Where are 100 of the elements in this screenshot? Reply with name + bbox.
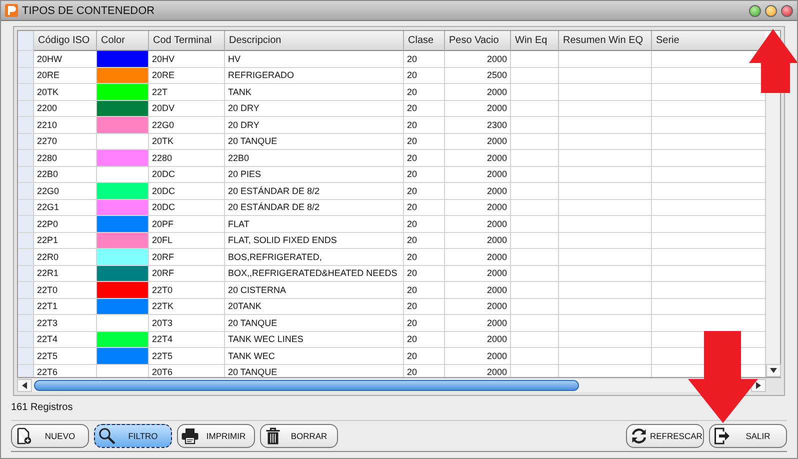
scroll-left-icon[interactable]: [22, 382, 27, 389]
refresh-button[interactable]: REFRESCAR: [626, 424, 704, 448]
table-cell: 20FL: [149, 232, 225, 249]
row-header-cell[interactable]: [18, 315, 34, 332]
corner-cell: [18, 31, 34, 51]
table-cell: 2300: [445, 117, 511, 134]
table-cell: 2000: [445, 216, 511, 232]
annotation-arrow: [749, 29, 797, 93]
table-cell: 20TANK: [225, 298, 404, 315]
row-header-cell[interactable]: [18, 364, 34, 377]
row-header-cell[interactable]: [18, 134, 34, 150]
table-cell: [511, 315, 559, 332]
delete-button[interactable]: BORRAR: [260, 424, 338, 448]
row-header-cell[interactable]: [18, 282, 34, 298]
table-cell: [511, 332, 559, 348]
table-cell: 20: [404, 84, 445, 100]
close-button[interactable]: [781, 4, 793, 16]
row-header-cell[interactable]: [18, 348, 34, 364]
record-count: 161 Registros: [11, 402, 74, 415]
table-cell: 20: [404, 117, 445, 134]
filter-button[interactable]: FILTRO: [94, 424, 172, 448]
table-cell: 20DC: [149, 166, 225, 183]
table-cell: 20: [404, 232, 445, 249]
table-cell: REFRIGERADO: [225, 68, 404, 84]
app-icon: [5, 4, 18, 17]
table-cell: BOX,,REFRIGERATED&HEATED NEEDS: [225, 266, 404, 282]
column-header[interactable]: Color: [97, 31, 149, 51]
table-cell: 2280: [149, 150, 225, 166]
window-title: TIPOS DE CONTENEDOR: [22, 4, 156, 16]
row-header-cell[interactable]: [18, 216, 34, 232]
table-cell: [511, 134, 559, 150]
column-header[interactable]: Win Eq: [511, 31, 559, 51]
table-cell: [511, 68, 559, 84]
table-cell: 2000: [445, 282, 511, 298]
scroll-thumb[interactable]: [34, 380, 579, 391]
table-cell: 2500: [445, 68, 511, 84]
row-header-cell[interactable]: [18, 298, 34, 315]
print-button[interactable]: IMPRIMIR: [177, 424, 255, 448]
table-cell: [511, 100, 559, 117]
table-cell: 20: [404, 348, 445, 364]
table-cell: 22G0: [149, 117, 225, 134]
scroll-right-icon[interactable]: [756, 382, 761, 389]
table-cell: 20RF: [149, 266, 225, 282]
row-header-cell[interactable]: [18, 266, 34, 282]
table-cell: 20: [404, 150, 445, 166]
row-header-cell[interactable]: [18, 117, 34, 134]
column-header[interactable]: Serie: [652, 31, 765, 51]
table-cell: 22T: [149, 84, 225, 100]
row-header-cell[interactable]: [18, 183, 34, 200]
column-header[interactable]: Clase: [404, 31, 445, 51]
table-cell: HV: [225, 51, 404, 68]
scroll-down-icon[interactable]: [770, 368, 777, 373]
horizontal-scrollbar[interactable]: [17, 379, 766, 392]
row-header-cell[interactable]: [18, 232, 34, 249]
table-cell: 2000: [445, 134, 511, 150]
table-cell: 20: [404, 216, 445, 232]
table-cell: 20RF: [149, 249, 225, 266]
table-cell: [511, 348, 559, 364]
column-header[interactable]: Peso Vacio: [445, 31, 511, 51]
exit-icon: [713, 427, 731, 445]
row-header-cell[interactable]: [18, 68, 34, 84]
row-header-cell[interactable]: [18, 51, 34, 68]
table-cell: 2000: [445, 84, 511, 100]
exit-button[interactable]: SALIR: [709, 424, 787, 448]
refresh-icon: [630, 427, 648, 445]
table-cell: [511, 282, 559, 298]
column-header[interactable]: Cod Terminal: [149, 31, 225, 51]
table-cell: 20DC: [149, 200, 225, 216]
new-button[interactable]: NUEVO: [11, 424, 89, 448]
row-header-cell[interactable]: [18, 150, 34, 166]
table-cell: 20: [404, 200, 445, 216]
table-cell: 20: [404, 266, 445, 282]
table-cell: 20 CISTERNA: [225, 282, 404, 298]
row-header-cell[interactable]: [18, 84, 34, 100]
row-header-cell[interactable]: [18, 200, 34, 216]
table-cell: 20: [404, 183, 445, 200]
table-cell: 20 ESTÁNDAR DE 8/2: [225, 183, 404, 200]
table-cell: 2000: [445, 232, 511, 249]
table-cell: 22T5: [149, 348, 225, 364]
table-cell: 20 TANQUE: [225, 315, 404, 332]
table-cell: 2000: [445, 249, 511, 266]
table-cell: 2000: [445, 298, 511, 315]
row-header-cell[interactable]: [18, 100, 34, 117]
minimize-button[interactable]: [765, 4, 777, 16]
column-header[interactable]: Código ISO: [34, 31, 97, 51]
column-header[interactable]: Descripcion: [225, 31, 404, 51]
row-header-cell[interactable]: [18, 249, 34, 266]
table-cell: 20: [404, 282, 445, 298]
table-cell: 2000: [445, 100, 511, 117]
table-cell: 2000: [445, 51, 511, 68]
table-cell: 2000: [445, 332, 511, 348]
row-header-cell[interactable]: [18, 166, 34, 183]
maximize-button[interactable]: [749, 4, 761, 16]
table-cell: 2000: [445, 315, 511, 332]
table-cell: [511, 166, 559, 183]
row-header-cell[interactable]: [18, 332, 34, 348]
table-cell: TANK WEC: [225, 348, 404, 364]
table-cell: 2000: [445, 183, 511, 200]
vertical-scrollbar[interactable]: [765, 93, 780, 377]
column-header[interactable]: Resumen Win EQ: [559, 31, 652, 51]
